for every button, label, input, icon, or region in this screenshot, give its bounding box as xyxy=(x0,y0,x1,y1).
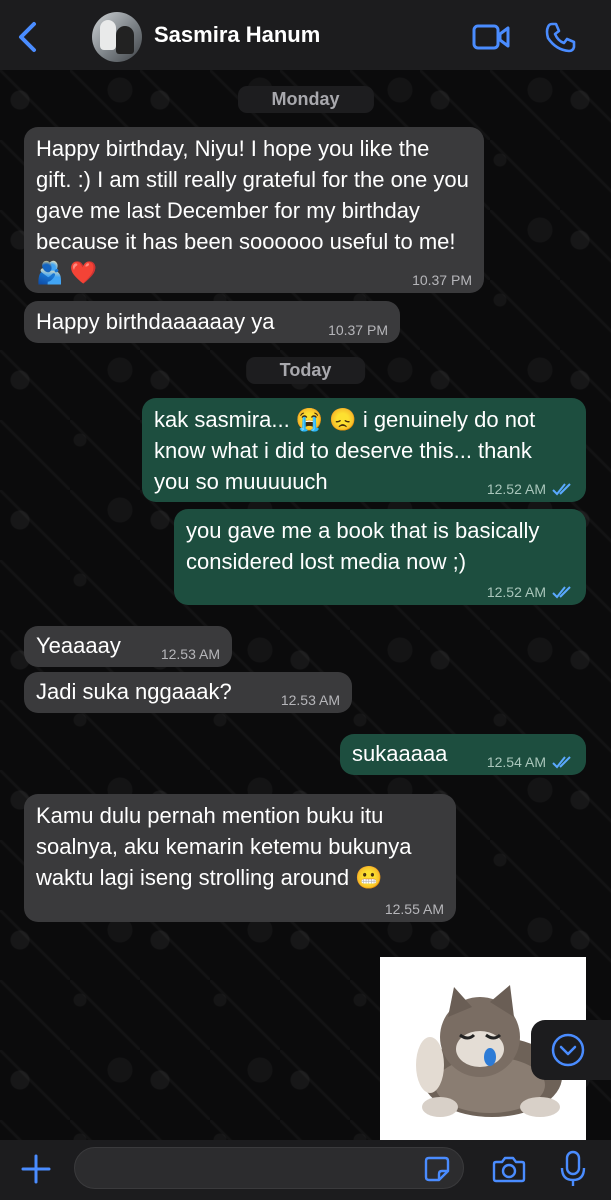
avatar[interactable] xyxy=(92,12,142,62)
message-list[interactable]: Monday Happy birthday, Niyu! I hope you … xyxy=(0,70,611,1140)
message-text: you gave me a book that is basically con… xyxy=(186,518,540,574)
message-bubble-incoming[interactable]: Happy birthdaaaaaay ya 10.37 PM xyxy=(24,301,400,343)
plus-icon[interactable] xyxy=(20,1153,52,1185)
message-time: 10.37 PM xyxy=(328,322,388,338)
message-text: Happy birthday, Niyu! I hope you like th… xyxy=(36,136,469,285)
message-text: Yeaaaay xyxy=(36,633,121,658)
scroll-to-bottom-button[interactable] xyxy=(531,1020,611,1080)
read-receipt-icon xyxy=(552,483,571,496)
chevron-down-icon xyxy=(551,1033,585,1067)
sticker-icon[interactable] xyxy=(424,1156,450,1182)
message-text: kak sasmira... 😭 😞 i genuinely do not kn… xyxy=(154,407,536,494)
message-bubble-incoming[interactable]: Jadi suka nggaaak? 12.53 AM xyxy=(24,672,352,713)
contact-name[interactable]: Sasmira Hanum xyxy=(154,22,320,48)
chevron-left-icon[interactable] xyxy=(14,20,44,54)
chat-header: Sasmira Hanum xyxy=(0,0,611,70)
message-time: 12.53 AM xyxy=(280,692,340,708)
message-text: Happy birthdaaaaaay ya xyxy=(36,309,275,334)
composer-bar xyxy=(0,1140,611,1200)
message-bubble-incoming[interactable]: Yeaaaay 12.53 AM xyxy=(24,626,232,667)
message-bubble-incoming[interactable]: Kamu dulu pernah mention buku itu soalny… xyxy=(24,794,456,922)
message-time: 12.53 AM xyxy=(160,646,220,662)
avatar-figure xyxy=(116,26,134,54)
message-time: 12.52 AM xyxy=(486,584,546,600)
message-text: sukaaaaa xyxy=(352,741,448,766)
date-separator: Today xyxy=(245,357,366,384)
camera-icon[interactable] xyxy=(492,1154,526,1184)
message-bubble-outgoing[interactable]: sukaaaaa 12.54 AM xyxy=(340,734,586,775)
message-bubble-outgoing[interactable]: you gave me a book that is basically con… xyxy=(174,509,586,605)
avatar-figure xyxy=(100,20,116,50)
message-bubble-incoming[interactable]: Happy birthday, Niyu! I hope you like th… xyxy=(24,127,484,293)
message-text: Jadi suka nggaaak? xyxy=(36,679,232,704)
message-input[interactable] xyxy=(74,1147,464,1189)
date-separator: Monday xyxy=(237,86,374,113)
microphone-icon[interactable] xyxy=(560,1150,586,1188)
message-bubble-outgoing[interactable]: kak sasmira... 😭 😞 i genuinely do not kn… xyxy=(142,398,586,502)
phone-call-icon[interactable] xyxy=(544,21,576,53)
read-receipt-icon xyxy=(552,586,571,599)
message-time: 12.55 AM xyxy=(384,901,444,917)
message-time: 12.52 AM xyxy=(486,481,546,497)
message-time: 12.54 AM xyxy=(486,754,546,770)
read-receipt-icon xyxy=(552,756,571,769)
message-time: 10.37 PM xyxy=(412,272,472,288)
message-text: Kamu dulu pernah mention buku itu soalny… xyxy=(36,803,412,890)
video-call-icon[interactable] xyxy=(472,24,510,50)
